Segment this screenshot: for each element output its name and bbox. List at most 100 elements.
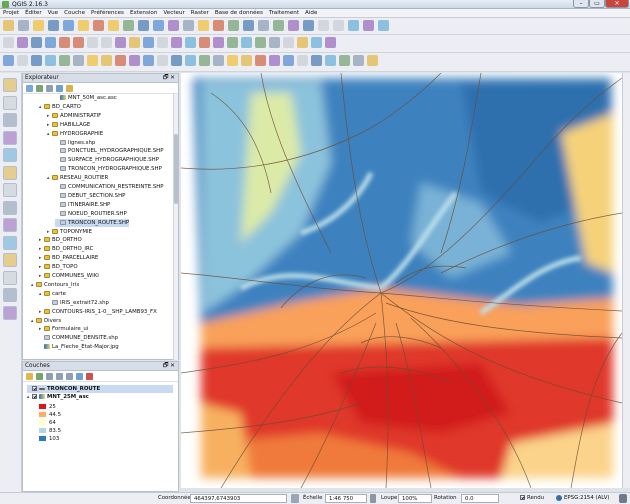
digitize-w-icon[interactable]: [311, 55, 322, 66]
explorer-item[interactable]: ▸ COMMUNES_WIKI: [39, 272, 99, 280]
close-button[interactable]: ✕: [605, 0, 629, 8]
new-map-view-icon[interactable]: [213, 20, 224, 31]
explorer-item[interactable]: TRONCON_HYDROGRAPHIQUE.SHP: [55, 165, 162, 173]
explorer-item[interactable]: TRONCON_ROUTE.SHP: [55, 218, 130, 227]
digitize-a-icon[interactable]: [3, 55, 14, 66]
add-wcs-layer-icon[interactable]: [3, 200, 17, 215]
toggle-editing-icon[interactable]: [17, 37, 28, 48]
menu-base-de-donnees[interactable]: Base de données: [212, 9, 266, 17]
explorer-item[interactable]: ▸ BD_PARCELLAIRE: [39, 254, 98, 262]
rotation-field[interactable]: 0,0: [461, 494, 499, 503]
panel-close-icon[interactable]: 🗗 ✕: [163, 362, 175, 371]
zoom-out-icon[interactable]: [123, 20, 134, 31]
add-virtual-layer-icon[interactable]: [3, 288, 17, 302]
digitize-h-icon[interactable]: [101, 55, 112, 66]
add-mssql-layer-icon[interactable]: [3, 148, 17, 162]
explorer-item[interactable]: ▴ BD_CARTO: [39, 103, 81, 111]
menu-couche[interactable]: Couche: [61, 9, 88, 17]
explorer-item[interactable]: COMMUNE_DENSITE.shp: [39, 334, 118, 342]
explorer-item[interactable]: ▴ HYDROGRAPHIE: [47, 130, 103, 138]
add-spatialite-layer-icon[interactable]: [3, 130, 17, 145]
deselect-icon[interactable]: [273, 20, 284, 31]
explorer-item[interactable]: DEBUT_SECTION.SHP: [55, 192, 125, 200]
new-print-composer-icon[interactable]: [63, 20, 74, 31]
explorer-item[interactable]: SURFACE_HYDROGRAPHIQUE.SHP: [55, 156, 159, 164]
digitize-c-icon[interactable]: [31, 55, 42, 66]
pan-to-selection-icon[interactable]: [93, 20, 104, 31]
digitize-g-icon[interactable]: [87, 55, 98, 66]
properties-icon[interactable]: [66, 85, 73, 92]
explorer-scrollbar[interactable]: [173, 94, 178, 360]
explorer-item[interactable]: ▴ Contours_Iris: [31, 281, 79, 289]
filter-expression-icon[interactable]: [66, 373, 73, 380]
add-oracle-layer-icon[interactable]: [3, 165, 17, 180]
crs-indicator[interactable]: EPSG:2154 (ALV): [556, 494, 610, 503]
digitize-r-icon[interactable]: [241, 55, 252, 66]
panel-close-icon[interactable]: 🗗 ✕: [163, 74, 175, 83]
explorer-item[interactable]: ▸ ADMINISTRATIF: [47, 112, 101, 120]
explorer-item[interactable]: ▸ HABILLAGE: [47, 121, 90, 129]
zoom-last-icon[interactable]: [183, 20, 194, 31]
explorer-item[interactable]: NOEUD_ROUTIER.SHP: [55, 210, 127, 218]
new-shapefile-layer-icon[interactable]: [3, 253, 17, 267]
digitize-p-icon[interactable]: [213, 55, 224, 66]
gps-icon[interactable]: [311, 37, 322, 48]
digitize-j-icon[interactable]: [129, 55, 140, 66]
new-spatialite-layer-icon[interactable]: [3, 270, 17, 285]
statistics-icon[interactable]: [318, 20, 329, 31]
plugin-b-icon[interactable]: [255, 37, 266, 48]
menu-traitement[interactable]: Traitement: [266, 9, 302, 17]
menu-projet[interactable]: Projet: [0, 9, 22, 17]
explorer-item[interactable]: ▸ BD_ORTHO: [39, 236, 82, 244]
save-project-icon[interactable]: [33, 20, 44, 31]
digitize-o-icon[interactable]: [199, 55, 210, 66]
cut-features-icon[interactable]: [101, 37, 112, 48]
add-wms-layer-icon[interactable]: [3, 183, 17, 197]
delete-selected-icon[interactable]: [87, 37, 98, 48]
collapse-all-icon[interactable]: [56, 85, 63, 92]
settings-icon[interactable]: [325, 37, 336, 48]
explorer-item[interactable]: ▸ TOPONYMIE: [47, 228, 92, 236]
remove-layer-icon[interactable]: [86, 373, 93, 380]
help-icon[interactable]: [378, 20, 389, 31]
layer-item-troncon-route[interactable]: TRONCON_ROUTE: [27, 385, 173, 393]
digitize-b-icon[interactable]: [17, 55, 28, 66]
digitize-t-icon[interactable]: [269, 55, 280, 66]
explorer-item[interactable]: ▴ carte: [39, 290, 66, 298]
digitize-k-icon[interactable]: [143, 55, 154, 66]
copy-features-icon[interactable]: [115, 37, 126, 48]
label-tool-icon[interactable]: [143, 37, 154, 48]
show-labels-icon[interactable]: [171, 37, 182, 48]
digitize-u-icon[interactable]: [283, 55, 294, 66]
node-tool-icon[interactable]: [73, 37, 84, 48]
explorer-item[interactable]: ▸ BD_TOPO: [39, 263, 78, 271]
digitize-y-icon[interactable]: [339, 55, 350, 66]
save-as-icon[interactable]: [48, 20, 59, 31]
plugin-c-icon[interactable]: [269, 37, 280, 48]
digitize-i-icon[interactable]: [115, 55, 126, 66]
add-feature-icon[interactable]: [45, 37, 56, 48]
add-group-icon[interactable]: [36, 373, 43, 380]
menu-editer[interactable]: Éditer: [22, 9, 45, 17]
text-annotation-icon[interactable]: [363, 20, 374, 31]
render-checkbox[interactable]: [520, 495, 525, 500]
digitize-q-icon[interactable]: [227, 55, 238, 66]
zoom-field[interactable]: 100%: [398, 494, 432, 503]
add-delimited-text-layer-icon[interactable]: [3, 235, 17, 250]
layer-visibility-checkbox[interactable]: [32, 394, 37, 399]
pin-labels-icon[interactable]: [157, 37, 168, 48]
annotation-icon[interactable]: [348, 20, 359, 31]
change-label-icon[interactable]: [213, 37, 224, 48]
zoom-in-icon[interactable]: [108, 20, 119, 31]
expand-all-icon[interactable]: [76, 373, 83, 380]
explorer-item[interactable]: ▴ RESEAU_ROUTIER: [47, 174, 108, 182]
plugin-a-icon[interactable]: [241, 37, 252, 48]
zoom-full-icon[interactable]: [138, 20, 149, 31]
save-edits-icon[interactable]: [31, 37, 42, 48]
digitize-x-icon[interactable]: [325, 55, 336, 66]
minimize-button[interactable]: –: [573, 0, 589, 8]
explorer-scroll-thumb[interactable]: [174, 134, 178, 204]
explorer-item[interactable]: ▴ Divers: [31, 317, 61, 325]
explorer-item[interactable]: ▸ BD_ORTHO_IRC: [39, 245, 93, 253]
maximize-button[interactable]: ▭: [589, 0, 605, 8]
